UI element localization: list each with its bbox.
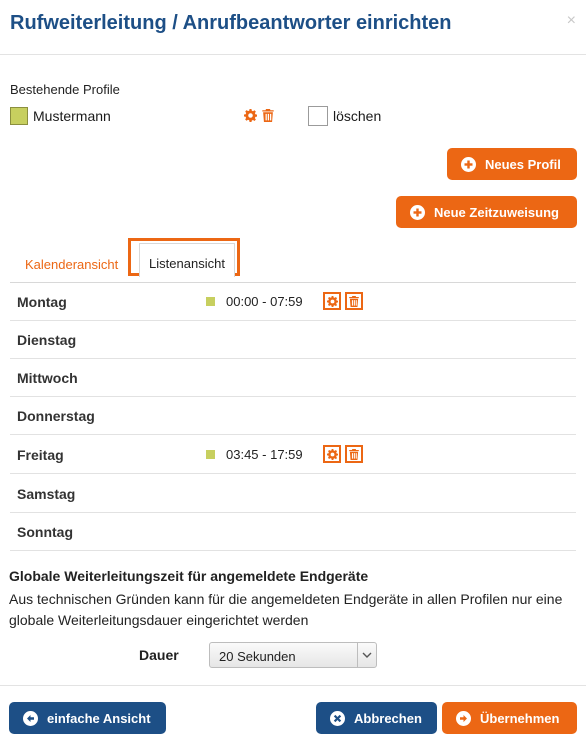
footer-divider: [0, 685, 586, 686]
time-slot-color: [206, 450, 215, 459]
simple-view-label: einfache Ansicht: [47, 710, 151, 726]
trash-icon[interactable]: [345, 445, 363, 463]
cancel-button[interactable]: Abbrechen: [316, 702, 437, 734]
duration-select-value: 20 Sekunden: [219, 649, 296, 664]
arrow-right-circle-icon: [456, 710, 471, 726]
tab-list-view[interactable]: Listenansicht: [139, 243, 235, 277]
day-name: Dienstag: [17, 332, 77, 348]
day-row-donnerstag: Donnerstag: [10, 397, 576, 435]
day-row-sonntag: Sonntag: [10, 513, 576, 551]
day-name: Montag: [17, 294, 67, 310]
delete-profile-label: löschen: [333, 108, 382, 124]
dialog-header: Rufweiterleitung / Anrufbeantworter einr…: [0, 0, 586, 55]
day-name: Sonntag: [17, 524, 73, 540]
day-name: Samstag: [17, 486, 76, 502]
day-row-mittwoch: Mittwoch: [10, 359, 576, 397]
time-slot-range: 03:45 - 17:59: [226, 447, 303, 462]
tab-calendar-view[interactable]: Kalenderansicht: [25, 257, 118, 272]
simple-view-button[interactable]: einfache Ansicht: [9, 702, 166, 734]
chevron-down-icon: [357, 643, 376, 667]
close-icon[interactable]: ×: [567, 12, 576, 30]
plus-circle-icon: [461, 156, 476, 172]
delete-profile-checkbox[interactable]: [308, 106, 328, 126]
day-row-dienstag: Dienstag: [10, 321, 576, 359]
day-row-montag: Montag 00:00 - 07:59: [10, 283, 576, 321]
time-slot-range: 00:00 - 07:59: [226, 294, 303, 309]
day-name: Donnerstag: [17, 408, 95, 424]
new-profile-button[interactable]: Neues Profil: [447, 148, 577, 180]
global-forwarding-description: Aus technischen Gründen kann für die ang…: [9, 591, 563, 628]
view-tabs: Kalenderansicht Listenansicht: [10, 238, 576, 282]
new-time-assignment-button[interactable]: Neue Zeitzuweisung: [396, 196, 577, 228]
day-name: Mittwoch: [17, 370, 78, 386]
time-slot-color: [206, 297, 215, 306]
trash-icon[interactable]: [262, 109, 274, 127]
gear-icon[interactable]: [323, 292, 341, 310]
arrow-left-circle-icon: [23, 710, 38, 726]
dialog-title: Rufweiterleitung / Anrufbeantworter einr…: [10, 12, 452, 34]
new-time-assignment-label: Neue Zeitzuweisung: [434, 204, 559, 220]
day-name: Freitag: [17, 447, 64, 463]
trash-icon[interactable]: [345, 292, 363, 310]
new-profile-label: Neues Profil: [485, 156, 561, 172]
profiles-label: Bestehende Profile: [10, 82, 120, 97]
gear-icon[interactable]: [244, 109, 258, 127]
apply-button[interactable]: Übernehmen: [442, 702, 577, 734]
profile-name: Mustermann: [33, 108, 111, 124]
apply-label: Übernehmen: [480, 710, 560, 726]
duration-select[interactable]: 20 Sekunden: [209, 642, 377, 668]
day-row-samstag: Samstag: [10, 475, 576, 513]
profile-color-swatch: [10, 107, 28, 125]
cancel-label: Abbrechen: [354, 710, 422, 726]
tab-list-view-label: Listenansicht: [149, 256, 225, 271]
plus-circle-icon: [410, 204, 425, 220]
duration-label: Dauer: [139, 647, 179, 663]
global-forwarding-title: Globale Weiterleitungszeit für angemelde…: [9, 568, 369, 584]
gear-icon[interactable]: [323, 445, 341, 463]
profile-row: Mustermann löschen: [10, 106, 570, 128]
close-circle-icon: [330, 710, 345, 726]
day-row-freitag: Freitag 03:45 - 17:59: [10, 436, 576, 474]
tab-highlight-frame: Listenansicht: [128, 238, 240, 277]
